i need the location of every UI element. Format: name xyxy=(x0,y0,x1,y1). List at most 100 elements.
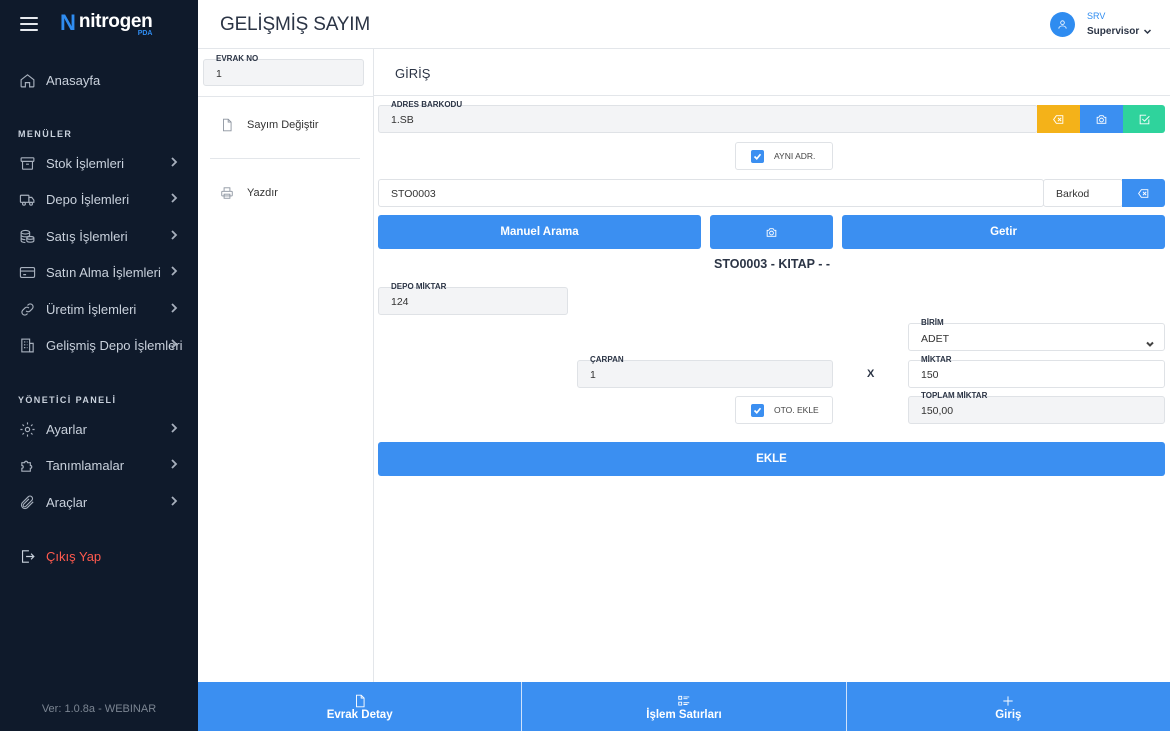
tab-entry[interactable]: Giriş xyxy=(846,682,1170,731)
hamburger-menu-icon[interactable] xyxy=(20,17,38,31)
chevron-down-icon xyxy=(1146,335,1154,347)
sidebar-item-purchase[interactable]: Satın Alma İşlemleri xyxy=(0,257,198,287)
total-quantity-field: TOPLAM MİKTAR 150,00 xyxy=(908,391,1165,424)
field-value: Barkod xyxy=(1056,188,1090,200)
file-icon xyxy=(223,118,232,132)
user-menu[interactable]: SRV Supervisor xyxy=(1050,11,1152,37)
sidebar-item-label: Gelişmiş Depo İşlemleri xyxy=(46,337,183,353)
camera-icon xyxy=(1096,114,1107,124)
building-icon xyxy=(18,336,36,354)
warehouse-quantity-field: DEPO MİKTAR 124 xyxy=(378,282,568,315)
divider xyxy=(210,158,360,159)
sidebar-item-logout[interactable]: Çıkış Yap xyxy=(0,541,198,571)
logout-icon xyxy=(18,547,36,565)
backspace-icon xyxy=(1053,114,1064,124)
quantity-field[interactable]: MİKTAR 150 xyxy=(908,355,1165,388)
home-icon xyxy=(18,71,36,89)
field-value: 124 xyxy=(391,296,409,308)
chevron-right-icon xyxy=(168,229,180,241)
section-title: GİRİŞ xyxy=(395,66,431,81)
chevron-right-icon xyxy=(168,192,180,204)
logo-n-icon: N xyxy=(60,9,76,35)
sidebar-item-definitions[interactable]: Tanımlamalar xyxy=(0,450,198,480)
auto-add-checkbox[interactable]: OTO. EKLE xyxy=(735,396,833,424)
truck-icon xyxy=(18,190,36,208)
chevron-right-icon xyxy=(168,156,180,168)
divider xyxy=(198,96,374,97)
app-logo[interactable]: N nitrogen PDA xyxy=(60,9,153,37)
user-role: Supervisor xyxy=(1087,26,1152,37)
archive-icon xyxy=(18,154,36,172)
gear-icon xyxy=(18,420,36,438)
app-root: N nitrogen PDA Anasayfa MENÜLER Stok İşl… xyxy=(0,0,1170,731)
field-label: EVRAK NO xyxy=(213,54,262,63)
field-value: 1.SB xyxy=(391,114,414,126)
address-barcode-field[interactable]: ADRES BARKODU 1.SB xyxy=(378,100,1038,133)
logout-label: Çıkış Yap xyxy=(46,548,102,564)
backspace-icon xyxy=(1138,188,1149,198)
print-item[interactable]: Yazdır xyxy=(220,186,278,200)
paperclip-icon xyxy=(18,493,36,511)
confirm-address-button[interactable] xyxy=(1123,105,1165,133)
sidebar: N nitrogen PDA Anasayfa MENÜLER Stok İşl… xyxy=(0,0,198,731)
multiplier-field[interactable]: ÇARPAN 1 xyxy=(577,355,833,388)
sidebar-item-tools[interactable]: Araçlar xyxy=(0,487,198,517)
sidebar-item-label: Tanımlamalar xyxy=(46,457,125,473)
scan-address-button[interactable] xyxy=(1080,105,1123,133)
bottom-nav: Evrak Detay İşlem Satırları Giriş xyxy=(198,682,1170,731)
sidebar-item-label: Araçlar xyxy=(46,494,88,510)
same-address-checkbox[interactable]: AYNI ADR. xyxy=(735,142,833,170)
user-code: SRV xyxy=(1087,11,1106,21)
fetch-button[interactable]: Getir xyxy=(842,215,1165,249)
add-button[interactable]: EKLE xyxy=(378,442,1165,476)
check-icon xyxy=(751,149,764,163)
check-square-icon xyxy=(1139,114,1150,124)
sidebar-item-sales[interactable]: Satış İşlemleri xyxy=(0,221,198,251)
chevron-right-icon xyxy=(168,495,180,507)
check-icon xyxy=(751,403,764,417)
clear-address-button[interactable] xyxy=(1037,105,1080,133)
credit-card-icon xyxy=(18,263,36,281)
field-label: MİKTAR xyxy=(918,355,955,364)
coins-icon xyxy=(18,227,36,245)
manual-search-button[interactable]: Manuel Arama xyxy=(378,215,701,249)
chevron-right-icon xyxy=(168,422,180,434)
change-count-item[interactable]: Sayım Değiştir xyxy=(220,118,319,132)
clear-barcode-button[interactable] xyxy=(1122,179,1165,207)
plus-icon xyxy=(1003,696,1013,706)
top-header: GELİŞMİŞ SAYIM SRV Supervisor xyxy=(198,0,1170,49)
sidebar-item-label: Satış İşlemleri xyxy=(46,228,128,244)
logo-sub: PDA xyxy=(137,29,153,37)
barcode-type-select[interactable]: Barkod xyxy=(1043,179,1123,207)
unit-select[interactable]: BİRİM ADET xyxy=(908,318,1165,351)
field-label: TOPLAM MİKTAR xyxy=(918,391,991,400)
tab-document-detail[interactable]: Evrak Detay xyxy=(198,682,523,731)
avatar xyxy=(1050,11,1075,37)
chevron-down-icon xyxy=(1144,29,1152,35)
sidebar-item-stock[interactable]: Stok İşlemleri xyxy=(0,148,198,178)
product-title: STO0003 - KITAP - - xyxy=(713,257,830,271)
sidebar-item-label: Üretim İşlemleri xyxy=(46,301,137,317)
field-value: 150 xyxy=(921,369,939,381)
sidebar-item-label: Ayarlar xyxy=(46,421,87,437)
puzzle-icon xyxy=(18,456,36,474)
tab-operation-lines[interactable]: İşlem Satırları xyxy=(522,682,847,731)
field-label: ÇARPAN xyxy=(587,355,627,364)
menus-heading: MENÜLER xyxy=(18,129,73,139)
field-value: ADET xyxy=(921,333,950,345)
sidebar-item-warehouse[interactable]: Depo İşlemleri xyxy=(0,184,198,214)
barcode-input[interactable]: STO0003 xyxy=(378,179,1044,207)
evrak-no-field[interactable]: EVRAK NO 1 xyxy=(203,54,364,86)
field-value: 1 xyxy=(216,68,222,80)
user-icon xyxy=(1058,19,1067,29)
sidebar-item-production[interactable]: Üretim İşlemleri xyxy=(0,294,198,324)
chevron-right-icon xyxy=(168,302,180,314)
camera-icon xyxy=(766,227,777,237)
content-header: GİRİŞ xyxy=(374,49,1170,96)
camera-scan-button[interactable] xyxy=(710,215,833,249)
sidebar-item-home[interactable]: Anasayfa xyxy=(0,65,198,95)
document-icon xyxy=(355,694,365,708)
sidebar-item-label: Stok İşlemleri xyxy=(46,155,125,171)
sidebar-item-advanced-warehouse[interactable]: Gelişmiş Depo İşlemleri xyxy=(0,330,198,360)
sidebar-item-settings[interactable]: Ayarlar xyxy=(0,414,198,444)
